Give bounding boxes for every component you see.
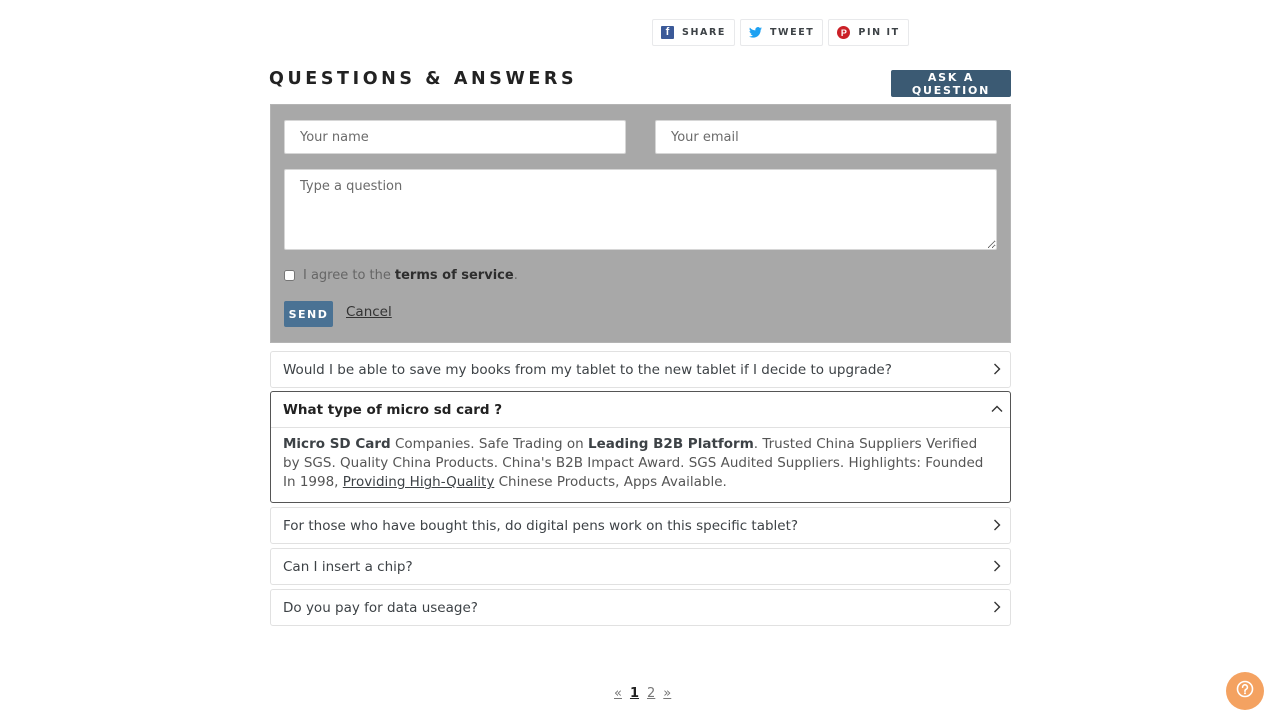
help-question-icon [1236, 680, 1254, 702]
question-text: What type of micro sd card ? [283, 401, 503, 418]
answer-underlined: Providing High-Quality [342, 474, 495, 490]
question-item[interactable]: For those who have bought this, do digit… [270, 507, 1011, 544]
chevron-right-icon [990, 559, 1004, 573]
page-link-2[interactable]: 2 [647, 686, 655, 701]
question-text: Can I insert a chip? [283, 558, 413, 575]
facebook-icon: f [661, 26, 674, 39]
tweet-label: TWEET [769, 27, 815, 38]
chevron-up-icon [990, 402, 1004, 416]
chevron-right-icon [990, 600, 1004, 614]
name-input[interactable] [284, 120, 626, 154]
question-item[interactable]: Do you pay for data useage? [270, 589, 1011, 626]
pagination: « 1 2 » [614, 686, 671, 701]
answer-bold: Micro SD Card [283, 436, 391, 452]
question-text: Do you pay for data useage? [283, 599, 478, 616]
pinterest-icon: P [837, 26, 851, 39]
facebook-share-button[interactable]: f SHARE [652, 19, 735, 46]
agree-checkbox[interactable] [284, 270, 295, 281]
twitter-icon [748, 26, 762, 39]
question-form: I agree to the terms of service . SEND C… [270, 104, 1011, 343]
question-toggle[interactable]: What type of micro sd card ? [271, 392, 1010, 428]
chevron-right-icon [990, 518, 1004, 532]
page-link-1[interactable]: 1 [630, 686, 639, 701]
ask-question-button[interactable]: ASK A QUESTION [891, 70, 1011, 97]
pinterest-pin-button[interactable]: P PIN IT [828, 19, 909, 46]
question-item-expanded[interactable]: What type of micro sd card ? Micro SD Ca… [270, 391, 1011, 503]
answer-text: Micro SD Card Companies. Safe Trading on… [271, 428, 1010, 500]
terms-of-service-link[interactable]: terms of service [395, 268, 514, 283]
question-toggle[interactable]: For those who have bought this, do digit… [271, 508, 1010, 543]
cancel-link[interactable]: Cancel [346, 304, 392, 320]
agree-text: I agree to the [303, 268, 391, 283]
question-toggle[interactable]: Would I be able to save my books from my… [271, 352, 1010, 387]
answer-fragment: Companies. Safe Trading on [390, 436, 588, 452]
next-page-link[interactable]: » [663, 686, 671, 701]
terms-agreement: I agree to the terms of service . [284, 268, 518, 283]
question-toggle[interactable]: Can I insert a chip? [271, 549, 1010, 584]
send-button[interactable]: SEND [284, 301, 333, 327]
question-item[interactable]: Can I insert a chip? [270, 548, 1011, 585]
question-toggle[interactable]: Do you pay for data useage? [271, 590, 1010, 625]
email-input[interactable] [655, 120, 997, 154]
prev-page-link[interactable]: « [614, 686, 622, 701]
answer-fragment: Chinese Products, Apps Available. [494, 474, 727, 490]
question-text: Would I be able to save my books from my… [283, 361, 892, 378]
qa-section-title: QUESTIONS & ANSWERS [269, 69, 578, 89]
pin-label: PIN IT [858, 27, 900, 38]
help-button[interactable] [1226, 672, 1264, 710]
chevron-right-icon [990, 362, 1004, 376]
question-item[interactable]: Would I be able to save my books from my… [270, 351, 1011, 388]
share-label: SHARE [682, 27, 726, 38]
agree-suffix: . [513, 268, 518, 283]
answer-bold: Leading B2B Platform [588, 436, 754, 452]
question-text: For those who have bought this, do digit… [283, 517, 799, 534]
question-textarea[interactable] [284, 169, 997, 250]
social-share-bar: f SHARE TWEET P PIN IT [652, 19, 909, 46]
twitter-tweet-button[interactable]: TWEET [739, 19, 824, 46]
